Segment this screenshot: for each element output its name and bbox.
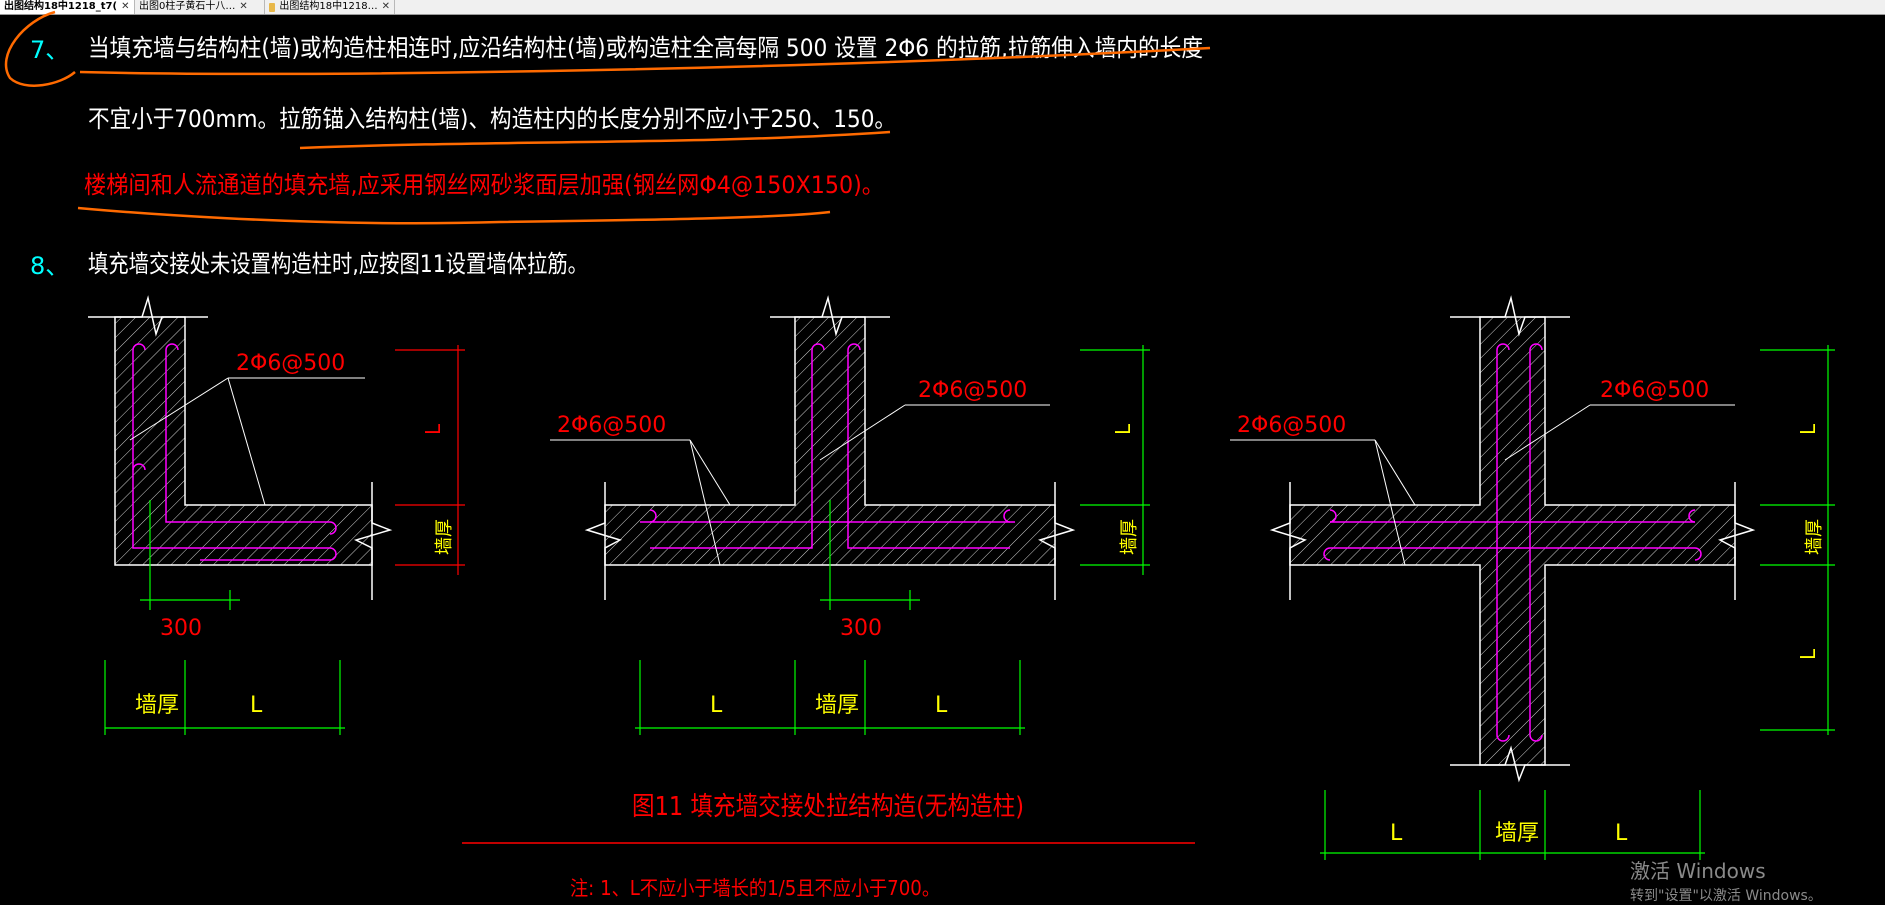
dim-thick-vertical: 墙厚 — [1119, 519, 1140, 555]
detail-cross-junction: 2Φ6@500 2Φ6@500 L 墙厚 L L 墙厚 L — [1230, 295, 1835, 860]
dim-300: 300 — [160, 616, 202, 641]
activation-watermark-title: 激活 Windows — [1630, 859, 1766, 883]
dim-L: L — [250, 693, 263, 718]
note-7-line1: 当填充墙与结构柱(墙)或构造柱相连时,应沿结构柱(墙)或构造柱全高每隔 500 … — [88, 34, 1203, 62]
dim-thick: 墙厚 — [1495, 821, 1539, 846]
dim-L-vertical: L — [421, 423, 445, 435]
dim-L-vertical: L — [1796, 648, 1820, 660]
dim-L: L — [1615, 821, 1628, 846]
note-7-line2: 不宜小于700mm。拉筋锚入结构柱(墙)、构造柱内的长度分别不应小于250、15… — [88, 105, 896, 133]
dim-thick-vertical: 墙厚 — [434, 519, 455, 555]
dim-L: L — [935, 693, 948, 718]
underline-annotation-2 — [299, 130, 891, 150]
rebar-label: 2Φ6@500 — [236, 351, 345, 376]
rebar-label: 2Φ6@500 — [1600, 378, 1709, 403]
dim-L: L — [1390, 821, 1403, 846]
dim-L: L — [710, 693, 723, 718]
rebar-label: 2Φ6@500 — [557, 413, 666, 438]
activation-watermark-subtitle: 转到"设置"以激活 Windows。 — [1630, 887, 1822, 904]
note-7-number: 7、 — [30, 36, 69, 64]
dim-thick: 墙厚 — [135, 693, 179, 718]
cad-drawing-canvas[interactable]: 7、 当填充墙与结构柱(墙)或构造柱相连时,应沿结构柱(墙)或构造柱全高每隔 5… — [0, 0, 1885, 905]
detail-l-corner: 2Φ6@500 300 墙厚 L L 墙厚 — [88, 295, 465, 735]
underline-annotation-3 — [77, 206, 831, 225]
dim-thick-vertical: 墙厚 — [1804, 519, 1825, 555]
detail-t-junction: 2Φ6@500 2Φ6@500 300 L 墙厚 L L 墙厚 — [550, 295, 1150, 735]
rebar-label: 2Φ6@500 — [1237, 413, 1346, 438]
dim-L-vertical: L — [1111, 423, 1135, 435]
rebar-label: 2Φ6@500 — [918, 378, 1027, 403]
figure-note: 注: 1、L不应小于墙长的1/5且不应小于700。 — [570, 876, 940, 900]
dim-thick: 墙厚 — [815, 693, 859, 718]
note-7-red-line: 楼梯间和人流通道的填充墙,应采用钢丝网砂浆面层加强(钢丝网Φ4@150X150)… — [84, 171, 884, 199]
dim-L-vertical: L — [1796, 423, 1820, 435]
dim-300: 300 — [840, 616, 882, 641]
figure-caption: 图11 填充墙交接处拉结构造(无构造柱) — [632, 792, 1024, 822]
note-8-number: 8、 — [30, 252, 69, 280]
note-8-text: 填充墙交接处未设置构造柱时,应按图11设置墙体拉筋。 — [88, 250, 588, 278]
